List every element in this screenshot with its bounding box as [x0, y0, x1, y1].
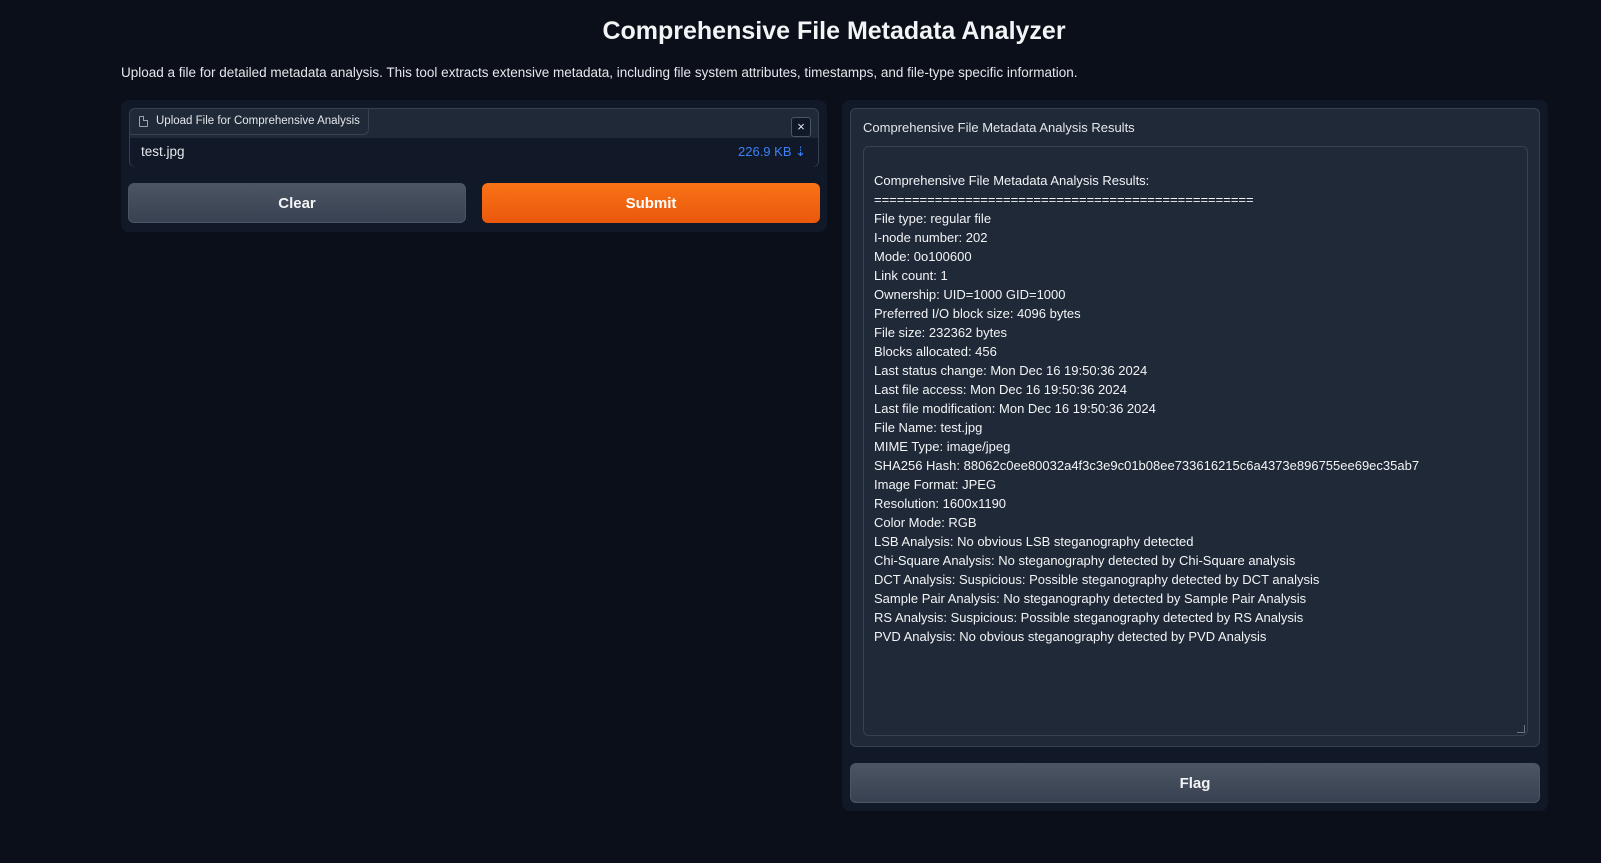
uploaded-file-row: test.jpg 226.9 KB ⇣ [130, 138, 818, 167]
result-line: Chi-Square Analysis: No steganography de… [874, 553, 1296, 568]
result-line: Comprehensive File Metadata Analysis Res… [874, 173, 1150, 188]
result-line: File size: 232362 bytes [874, 325, 1007, 340]
result-line: ========================================… [874, 192, 1254, 207]
result-line: Link count: 1 [874, 268, 948, 283]
uploaded-file-name: test.jpg [141, 144, 185, 159]
result-line: Color Mode: RGB [874, 515, 977, 530]
clear-button[interactable]: Clear [128, 183, 466, 223]
upload-label: Upload File for Comprehensive Analysis [130, 109, 369, 135]
file-icon [139, 116, 148, 127]
result-line: Last file access: Mon Dec 16 19:50:36 20… [874, 382, 1127, 397]
result-line: Image Format: JPEG [874, 477, 997, 492]
input-panel: Upload File for Comprehensive Analysis ×… [121, 100, 827, 232]
output-panel: Comprehensive File Metadata Analysis Res… [842, 100, 1548, 811]
result-line: DCT Analysis: Suspicious: Possible stega… [874, 572, 1320, 587]
result-line: Preferred I/O block size: 4096 bytes [874, 306, 1081, 321]
result-line: Sample Pair Analysis: No steganography d… [874, 591, 1307, 606]
result-line: Blocks allocated: 456 [874, 344, 997, 359]
file-download-link[interactable]: 226.9 KB ⇣ [738, 144, 806, 160]
page-title: Comprehensive File Metadata Analyzer [602, 17, 1066, 45]
file-upload[interactable]: Upload File for Comprehensive Analysis ×… [129, 108, 819, 167]
result-line: RS Analysis: Suspicious: Possible stegan… [874, 610, 1304, 625]
result-line: Last status change: Mon Dec 16 19:50:36 … [874, 363, 1148, 378]
result-line: LSB Analysis: No obvious LSB steganograp… [874, 534, 1194, 549]
resize-handle[interactable] [1517, 725, 1525, 733]
result-line: I-node number: 202 [874, 230, 988, 245]
flag-button[interactable]: Flag [850, 763, 1540, 803]
result-line: Resolution: 1600x1190 [874, 496, 1007, 511]
upload-label-text: Upload File for Comprehensive Analysis [156, 115, 360, 127]
app-page: Comprehensive File Metadata Analyzer Upl… [0, 0, 1601, 863]
results-textarea[interactable]: Comprehensive File Metadata Analysis Res… [863, 146, 1528, 736]
result-line: PVD Analysis: No obvious steganography d… [874, 629, 1267, 644]
result-line: SHA256 Hash: 88062c0ee80032a4f3c3e9c01b0… [874, 458, 1420, 473]
result-line: Mode: 0o100600 [874, 249, 972, 264]
result-line: File Name: test.jpg [874, 420, 983, 435]
result-line: Ownership: UID=1000 GID=1000 [874, 287, 1066, 302]
close-icon[interactable]: × [791, 117, 811, 137]
results-label: Comprehensive File Metadata Analysis Res… [863, 120, 1135, 135]
result-line: MIME Type: image/jpeg [874, 439, 1011, 454]
submit-button[interactable]: Submit [482, 183, 820, 223]
result-line: Last file modification: Mon Dec 16 19:50… [874, 401, 1156, 416]
result-line: File type: regular file [874, 211, 992, 226]
results-block: Comprehensive File Metadata Analysis Res… [850, 108, 1540, 747]
page-description: Upload a file for detailed metadata anal… [121, 65, 1078, 80]
